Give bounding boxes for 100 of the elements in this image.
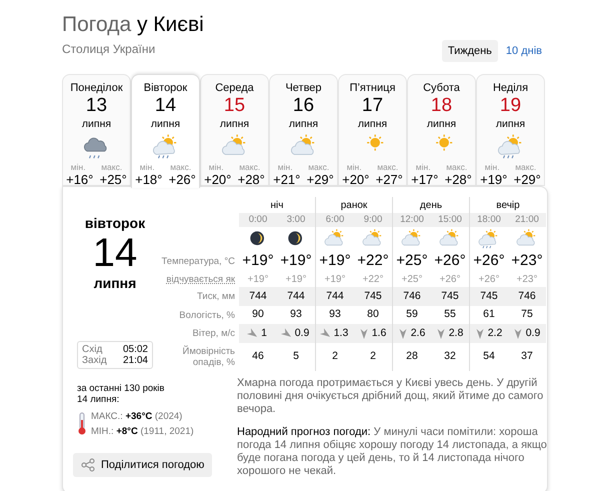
row-label: Вітер, м/с bbox=[192, 328, 235, 339]
day-tab[interactable]: Вівторок 14 липня мін. макс. +18° +26° bbox=[131, 74, 200, 188]
min-temperature: +20° bbox=[204, 172, 232, 188]
row-label: Ймовірність опадів, % bbox=[182, 346, 235, 368]
record-low: МІН.: +8°C (1911, 2021) bbox=[91, 426, 194, 437]
pressure: 745 bbox=[480, 288, 498, 304]
sunrise-time: 05:02 bbox=[122, 344, 148, 355]
precipitation-chance: 2 bbox=[332, 349, 338, 364]
weekday: Четвер bbox=[285, 81, 322, 95]
time-label: 6:00 bbox=[326, 212, 344, 227]
precipitation-chance: 32 bbox=[444, 349, 456, 364]
day-number: 14 bbox=[154, 95, 176, 117]
temperature: +19° bbox=[242, 250, 274, 271]
feels-like-temperature: +19° bbox=[324, 272, 346, 286]
wind-speed: 1.3 bbox=[334, 326, 348, 341]
day-name: вівторок bbox=[84, 215, 146, 231]
min-label: мін. bbox=[70, 162, 86, 172]
page-subtitle: Столиця України bbox=[62, 41, 156, 58]
month-name: липня bbox=[94, 275, 136, 291]
min-label: мін. bbox=[346, 162, 362, 172]
temperature: +19° bbox=[280, 250, 312, 271]
min-label: мін. bbox=[208, 162, 224, 172]
sunset-label: Захід bbox=[82, 355, 108, 366]
weekday: П’ятниця bbox=[350, 81, 396, 95]
precipitation-chance: 46 bbox=[252, 349, 264, 364]
wind-speed: 2.6 bbox=[410, 326, 426, 341]
max-label: макс. bbox=[308, 162, 330, 172]
day-tab[interactable]: Понеділок 13 липня мін. макс. +16° +25° bbox=[62, 74, 131, 186]
min-temperature: +17° bbox=[411, 172, 438, 188]
feels-like-temperature: +26° bbox=[478, 272, 500, 286]
time-label: 3:00 bbox=[286, 212, 306, 227]
weekday: Неділя bbox=[492, 81, 528, 95]
feels-like-temperature: +22° bbox=[362, 272, 384, 286]
day-number: 15 bbox=[224, 95, 246, 117]
range-tab[interactable]: Тиждень bbox=[442, 40, 498, 62]
temperature: +23° bbox=[511, 250, 543, 271]
humidity: 59 bbox=[406, 307, 418, 322]
forecast-description: Хмарна погода протримається у Києві увесь день. У другій половині дня очікується дрібний дощ, який йтиме до самого вечора. bbox=[237, 377, 544, 416]
month-name: липня bbox=[426, 117, 456, 131]
humidity: 80 bbox=[367, 307, 379, 322]
min-label: мін. bbox=[140, 162, 155, 172]
day-tab[interactable]: Субота 18 липня мін. макс. +17° +28° bbox=[407, 74, 476, 186]
weekday: Понеділок bbox=[70, 81, 123, 95]
row-label: Температура, °C bbox=[162, 256, 235, 266]
min-label: мін. bbox=[484, 162, 500, 172]
temperature: +22° bbox=[357, 250, 389, 271]
weekday: Субота bbox=[423, 81, 460, 95]
pressure: 745 bbox=[364, 288, 382, 304]
pressure: 744 bbox=[326, 288, 344, 304]
wind-speed: 1 bbox=[261, 326, 267, 341]
feels-like-temperature: +23° bbox=[516, 272, 538, 286]
min-temperature: +19° bbox=[480, 172, 508, 188]
max-label: макс. bbox=[239, 162, 260, 172]
humidity: 93 bbox=[329, 307, 341, 322]
humidity: 55 bbox=[444, 307, 456, 322]
time-label: 12:00 bbox=[400, 212, 424, 227]
pressure: 745 bbox=[441, 288, 459, 304]
month-name: липня bbox=[288, 117, 318, 131]
min-temperature: +21° bbox=[273, 172, 300, 188]
weekday: Вівторок bbox=[144, 81, 188, 95]
precipitation-chance: 28 bbox=[406, 349, 418, 364]
min-label: мін. bbox=[416, 162, 431, 172]
max-temperature: +25° bbox=[100, 172, 127, 188]
period-heading: ніч bbox=[270, 198, 284, 212]
temperature: +26° bbox=[434, 250, 466, 271]
day-number: 19 bbox=[500, 95, 522, 117]
row-label: відчувається як bbox=[166, 274, 235, 284]
sunrise-label: Схід bbox=[82, 344, 104, 355]
wind-speed: 0.9 bbox=[294, 326, 310, 341]
day-tab[interactable]: Четвер 16 липня мін. макс. +21° +29° bbox=[269, 74, 338, 186]
history-heading: за останні 130 років bbox=[77, 383, 166, 394]
min-label: мін. bbox=[278, 162, 293, 172]
max-temperature: +28° bbox=[238, 172, 265, 188]
feels-like-temperature: +25° bbox=[402, 272, 422, 286]
sunset-time: 21:04 bbox=[122, 355, 148, 366]
month-name: липня bbox=[358, 117, 388, 131]
day-number: 18 bbox=[430, 95, 452, 117]
record-high: МАКС.: +36°C (2024) bbox=[91, 411, 184, 422]
day-tab[interactable]: П’ятниця 17 липня мін. макс. +20° +27° bbox=[338, 74, 407, 186]
time-label: 0:00 bbox=[248, 212, 268, 227]
feels-like-temperature: +19° bbox=[286, 272, 306, 286]
pressure: 746 bbox=[518, 288, 536, 304]
range-tab[interactable]: 10 днів bbox=[500, 40, 548, 62]
feels-like-temperature: +19° bbox=[248, 272, 268, 286]
pressure: 744 bbox=[287, 288, 305, 304]
pressure: 746 bbox=[403, 288, 421, 304]
month-name: липня bbox=[82, 117, 112, 131]
humidity: 75 bbox=[521, 307, 533, 322]
min-temperature: +16° bbox=[66, 172, 94, 188]
day-tab[interactable]: Неділя 19 липня мін. макс. +19° +29° bbox=[476, 74, 545, 186]
day-tab[interactable]: Середа 15 липня мін. макс. +20° +28° bbox=[200, 74, 269, 186]
day-number: 16 bbox=[292, 95, 314, 117]
share-button[interactable]: Поділитися погодою bbox=[73, 453, 212, 477]
day-number: 17 bbox=[362, 95, 384, 117]
max-temperature: +26° bbox=[168, 172, 196, 188]
folk-forecast: Народний прогноз погоди: У минулі часи помітили: хороша погода 14 липня обіцяє хорошу погоду 14 листопада, а якщо буде погана погода у цей день, то й 14 листопада нічого хорошого не чекай. bbox=[237, 426, 548, 478]
precipitation-chance: 5 bbox=[293, 349, 299, 364]
max-temperature: +28° bbox=[444, 172, 472, 188]
wind-speed: 1.6 bbox=[372, 326, 386, 341]
period-heading: вечір bbox=[496, 198, 520, 212]
